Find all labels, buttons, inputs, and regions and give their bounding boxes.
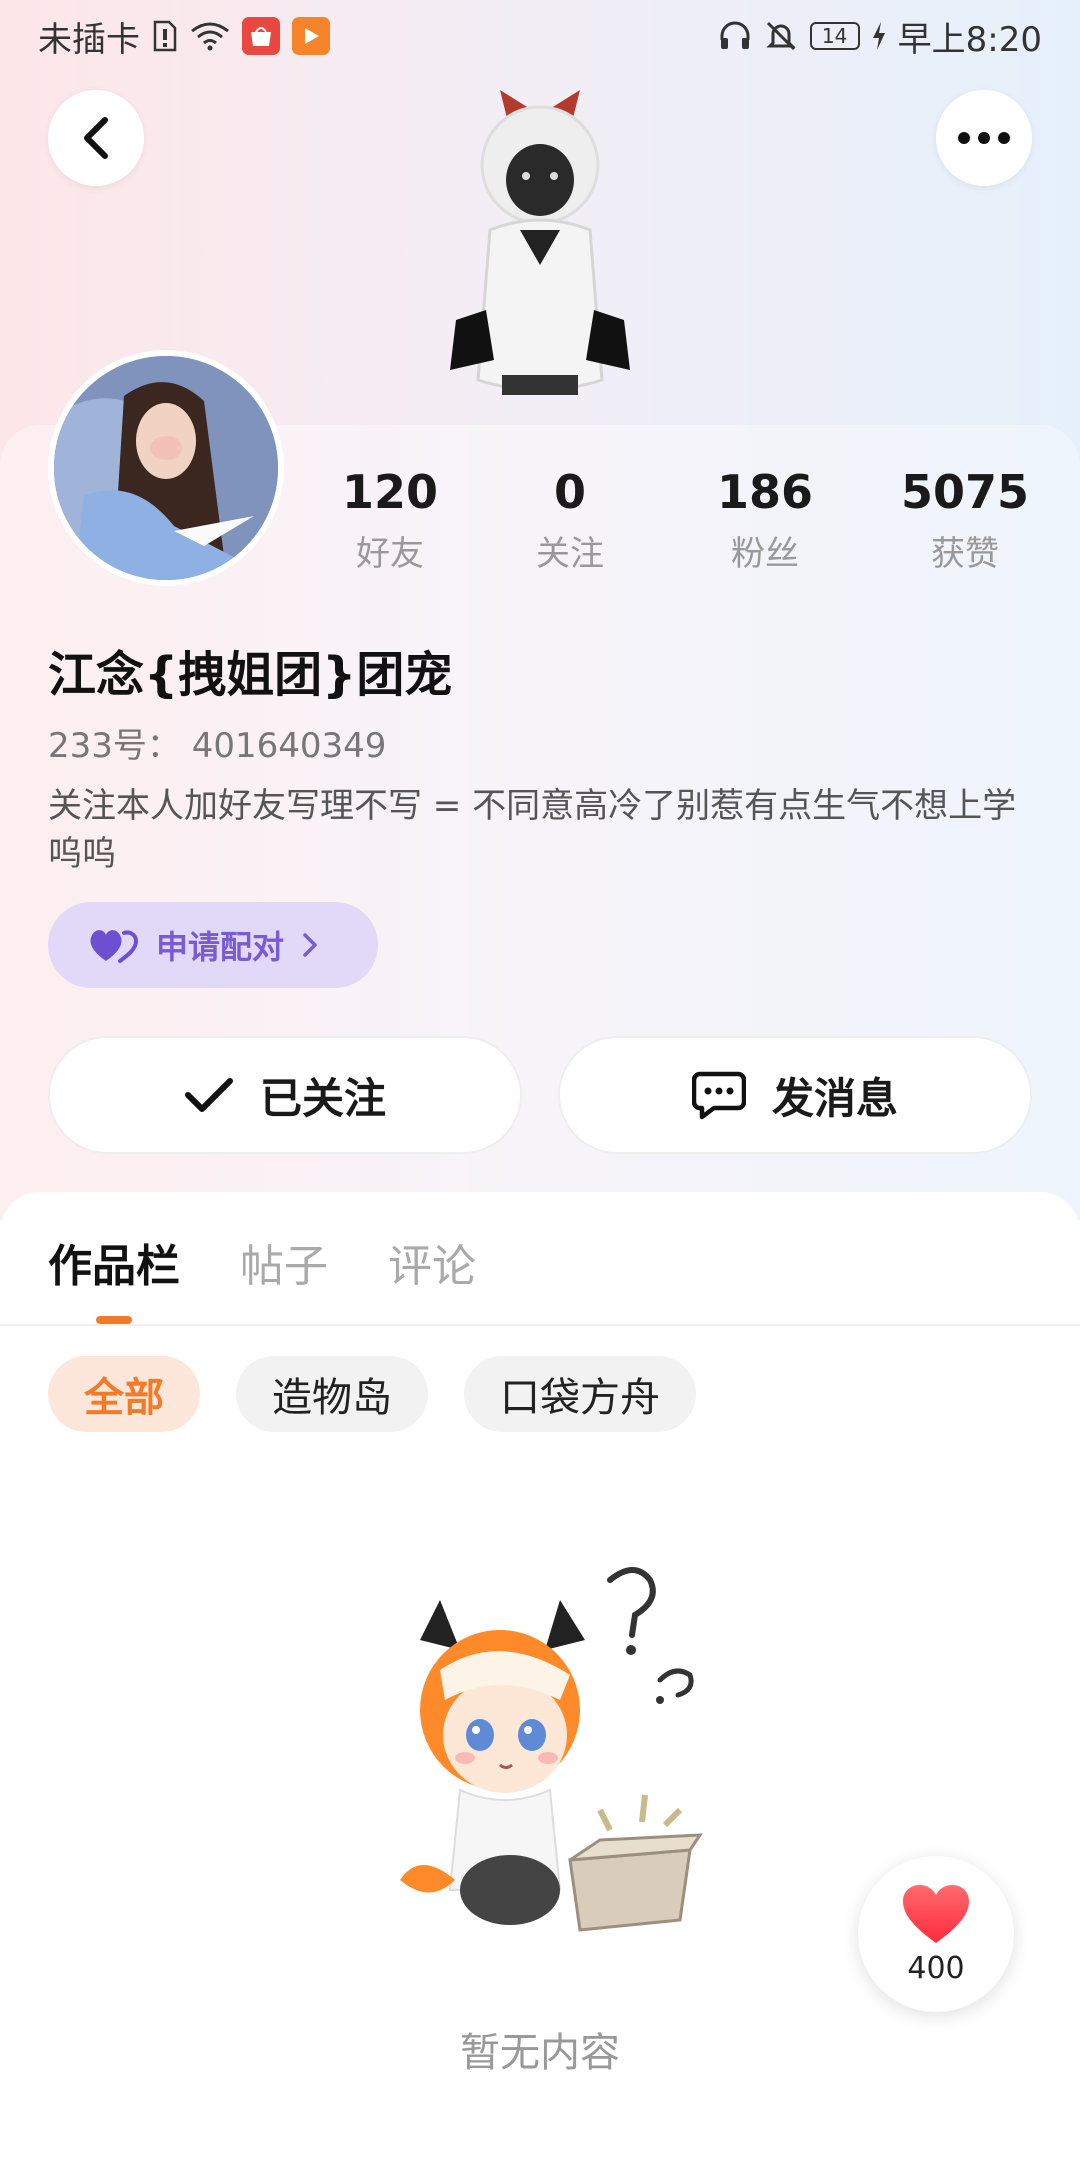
character-figure-illustration (450, 90, 630, 395)
filter-all[interactable]: 全部 (48, 1356, 200, 1432)
stat-label: 好友 (356, 534, 424, 575)
profile-stats: 120 好友 0 关注 186 粉丝 5075 获赞 (300, 465, 1060, 575)
user-id[interactable]: 233号： 401640349 (48, 718, 386, 767)
tab-label: 作品栏 (48, 1241, 180, 1292)
stat-label: 获赞 (931, 534, 999, 575)
charging-icon (872, 22, 885, 50)
tabs-divider (0, 1324, 1080, 1326)
avatar-portrait-image (54, 356, 278, 580)
status-bar-left: 未插卡 (38, 12, 330, 61)
stat-following[interactable]: 0 关注 (480, 465, 660, 575)
tab-label: 评论 (388, 1241, 476, 1292)
user-avatar[interactable] (48, 350, 284, 586)
follow-button-label: 已关注 (259, 1073, 386, 1123)
stat-friends[interactable]: 120 好友 (300, 465, 480, 575)
like-count: 400 (907, 1950, 965, 1986)
more-dots-icon (958, 132, 1010, 144)
user-nickname: 江念{拽姐团}团宠 (48, 647, 453, 703)
battery-indicator: 14 (809, 22, 860, 50)
chevron-right-icon (303, 933, 317, 957)
empty-state-text: 暂无内容 (460, 2030, 620, 2076)
follow-button[interactable]: 已关注 (48, 1036, 522, 1154)
stat-label: 关注 (536, 534, 604, 575)
content-tabs: 作品栏 帖子 评论 (48, 1230, 476, 1324)
filter-pocket-ark[interactable]: 口袋方舟 (464, 1356, 696, 1432)
tab-comments[interactable]: 评论 (388, 1230, 476, 1324)
heart-icon (903, 1884, 969, 1943)
message-button[interactable]: 发消息 (558, 1036, 1032, 1154)
sim-icon (153, 20, 177, 52)
chat-bubble-icon (691, 1071, 746, 1120)
chevron-left-icon (84, 117, 108, 159)
clock-text: 早上8:20 (897, 19, 1042, 60)
request-match-button[interactable]: 申请配对 (48, 902, 378, 988)
stat-value: 5075 (900, 465, 1030, 519)
carrier-text: 未插卡 (38, 19, 140, 60)
stat-fans[interactable]: 186 粉丝 (660, 465, 870, 575)
tab-works[interactable]: 作品栏 (48, 1230, 180, 1324)
stat-value: 0 (553, 465, 586, 519)
message-button-label: 发消息 (771, 1073, 898, 1123)
like-floating-button[interactable]: 400 (858, 1856, 1014, 2012)
checkmark-icon (184, 1078, 233, 1112)
tab-active-indicator (96, 1316, 132, 1324)
status-bar-right: 14 早上8:20 (718, 12, 1042, 61)
double-heart-icon (90, 930, 138, 963)
user-bio: 关注本人加好友写理不写 = 不同意高冷了别惹有点生气不想上学呜呜 (48, 786, 1017, 874)
match-button-label: 申请配对 (156, 928, 285, 966)
huawei-store-icon (242, 17, 280, 55)
stat-likes[interactable]: 5075 获赞 (870, 465, 1060, 575)
filter-chips: 全部 造物岛 口袋方舟 (48, 1356, 696, 1432)
stat-label: 粉丝 (731, 534, 799, 575)
bell-muted-icon (766, 21, 796, 51)
empty-state-illustration (400, 1567, 703, 1932)
stat-value: 120 (341, 465, 439, 519)
filter-creation-island[interactable]: 造物岛 (236, 1356, 428, 1432)
tab-label: 帖子 (240, 1241, 328, 1292)
back-button[interactable] (48, 90, 144, 186)
tab-posts[interactable]: 帖子 (240, 1230, 328, 1324)
wifi-icon (191, 22, 229, 51)
headphones-icon (720, 21, 750, 49)
status-bar: 未插卡 14 早上8:20 (0, 0, 1080, 72)
more-button[interactable] (936, 90, 1032, 186)
stat-value: 186 (716, 465, 814, 519)
video-play-icon (292, 17, 330, 55)
